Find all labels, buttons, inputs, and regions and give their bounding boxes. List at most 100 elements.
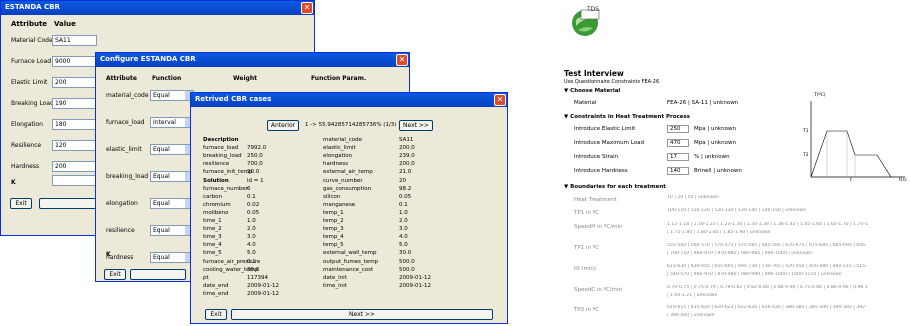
case-field-label: time_1 <box>203 218 222 224</box>
attribute-label: resilience <box>106 227 135 234</box>
boundary-label: Heat Treatment <box>574 197 617 203</box>
attribute-label: Elastic Limit <box>11 79 48 86</box>
close-icon[interactable]: ✕ <box>396 54 408 66</box>
exit-button[interactable]: Exit <box>205 309 227 320</box>
window-title: Retrived CBR cases <box>195 95 272 103</box>
boundary-options[interactable]: 615-630 | 630-655 | 655-695 | 695-730 | … <box>667 264 907 269</box>
section-constraints[interactable]: ▼ Constraints in Heat Treatment Process <box>564 114 690 120</box>
attribute-value-input[interactable]: 200 <box>52 161 97 172</box>
case-field-value: 2009-01-12 <box>399 274 431 281</box>
value-header: Value <box>54 20 76 28</box>
close-icon[interactable]: ✕ <box>494 94 506 106</box>
boundary-options[interactable]: | 1.00-1.21 | unknown <box>667 293 907 298</box>
next-button[interactable] <box>39 198 99 209</box>
boundary-options[interactable]: | 540-570 | 960-970 | 970-980 | 980-990 … <box>667 272 907 277</box>
window-title: ESTANDA CBR <box>5 3 60 11</box>
case-field-label: time_5 <box>203 250 222 257</box>
case-field-value: 0.05 <box>247 209 260 216</box>
boundary-options[interactable]: 0.70-0.75 | 0.75-0.79 | 0.79-0.82 | 0.82… <box>667 285 907 290</box>
case-field-label: temp_4 <box>323 234 344 241</box>
constraint-label: Introduce Maximum Load <box>574 140 644 146</box>
boundary-options[interactable]: 1.12-1.18 | 1.18-1.23 | 1.23-1.30 | 1.30… <box>667 222 907 227</box>
constraint-input[interactable]: 470 <box>667 139 689 147</box>
constraint-label: Introduce Hardness <box>574 168 628 174</box>
case-field-label: time_3 <box>203 234 222 241</box>
case-field-value: 2009-01-12 <box>247 282 279 289</box>
function-select[interactable]: Equal <box>150 252 194 263</box>
case-field-label: time_4 <box>203 242 222 249</box>
function-select[interactable]: Equal <box>150 225 194 236</box>
attribute-value-input[interactable]: SA11 <box>52 35 97 46</box>
function-select[interactable]: Equal <box>150 171 194 182</box>
case-field-label: time_end <box>203 290 229 297</box>
close-icon[interactable]: ✕ <box>301 2 313 14</box>
attribute-label: Hardness <box>11 163 40 170</box>
case-field-value: 30.0 <box>399 250 412 257</box>
case-field-value: 1.0 <box>247 218 256 224</box>
test-interview-panel: TDS Test Interview Use Questionnaire Con… <box>560 0 910 326</box>
case-field-label: furnace_init_temp <box>203 169 253 176</box>
constraint-unit: Brinell | unknown <box>694 168 742 174</box>
case-field-label: temp_3 <box>323 226 344 233</box>
boundary-options[interactable]: | 1.75-1.80 | 1.80-1.85 | 1.85-1.90 | un… <box>667 230 907 235</box>
case-field-value: 700.0 <box>247 161 263 168</box>
case-field-value: 5.0 <box>247 250 256 257</box>
material-options[interactable]: FEA-26 | SA-11 | unknown <box>667 100 738 106</box>
attribute-value-input[interactable]: 9000 <box>52 56 97 67</box>
function-select[interactable]: Equal <box>150 144 194 155</box>
case-field-label: manganese <box>323 201 356 208</box>
exit-button[interactable]: Exit <box>104 269 126 280</box>
boundary-options[interactable]: 100-110 | 110-120 | 120-130 | 130-140 | … <box>667 208 907 213</box>
retrived-titlebar: Retrived CBR cases ✕ <box>191 93 507 107</box>
case-field-label: elastic_limit <box>323 145 356 152</box>
next-button[interactable] <box>130 269 186 280</box>
case-info: 1 -> 55.94285714285736% (1/3) <box>305 122 397 128</box>
attribute-value-input[interactable]: 200 <box>52 77 97 88</box>
boundary-label: SpeedH in ºC/min <box>574 224 623 230</box>
attribute-value-input[interactable]: 120 <box>52 140 97 151</box>
case-field-value: 500.0 <box>399 258 415 265</box>
attribute-value-input[interactable]: 190 <box>52 98 97 109</box>
boundary-options[interactable]: 610-615 | 615-620 | 620-622 | 622-626 | … <box>667 305 907 310</box>
section-boundaries[interactable]: ▼ Boundaries for each treatment <box>564 184 666 190</box>
weight-header: Weight <box>233 75 257 82</box>
attribute-label: elongation <box>106 200 138 207</box>
case-field-value: 30.0 <box>247 266 260 273</box>
siguiente-button[interactable]: Next >> <box>399 120 433 131</box>
boundary-options[interactable]: | 396-400 | unknown <box>667 313 907 318</box>
constraint-input[interactable]: 250 <box>667 125 689 133</box>
attribute-label: Elongation <box>11 121 43 128</box>
case-field-value: 0.1 <box>399 201 408 208</box>
section-label: Boundaries for each treatment <box>570 184 666 190</box>
next-page-button[interactable]: Next >> <box>231 309 493 320</box>
case-field-value: 3.0 <box>399 226 408 233</box>
material-label: Material <box>574 100 597 106</box>
function-select[interactable]: Equal <box>150 198 194 209</box>
section-choose-material[interactable]: ▼ Choose Material <box>564 88 620 94</box>
attribute-label: Breaking Load <box>11 100 54 107</box>
case-field-value: 5.0 <box>399 242 408 249</box>
boundary-options[interactable]: 10 | 20 | 50 | unknown <box>667 195 907 200</box>
function-select[interactable]: Interval <box>150 117 194 128</box>
constraint-input[interactable]: 17 <box>667 153 689 161</box>
case-field-value: 200.0 <box>399 145 415 152</box>
case-field-value: SA11 <box>399 137 414 143</box>
boundary-options[interactable]: | 700-710 | 960-970 | 970-980 | 980-985 … <box>667 251 907 256</box>
case-field-label: molibeno <box>203 209 229 216</box>
case-field-label: curve_number <box>323 177 363 184</box>
case-field-value: 1.0 <box>399 209 408 216</box>
case-field-label: time_init <box>323 282 347 289</box>
case-field-value: 0.1 <box>247 258 256 265</box>
k-input[interactable] <box>52 175 97 186</box>
configure-titlebar: Configure ESTANDA CBR ✕ <box>96 53 409 67</box>
constraint-input[interactable]: 140 <box>667 167 689 175</box>
case-field-label: gas_consumption <box>323 185 372 192</box>
attribute-value-input[interactable]: 180 <box>52 119 97 130</box>
boundary-options[interactable]: 555-560 | 560-570 | 570-575 | 575-585 | … <box>667 243 907 248</box>
case-field-label: carbon <box>203 193 222 200</box>
case-field-label: maintenance_cost <box>323 266 374 273</box>
function-select[interactable]: Equal <box>150 90 194 101</box>
exit-button[interactable]: Exit <box>10 198 32 209</box>
case-field-label: elongation <box>323 153 353 160</box>
anterior-button[interactable]: Anterior <box>267 120 299 131</box>
